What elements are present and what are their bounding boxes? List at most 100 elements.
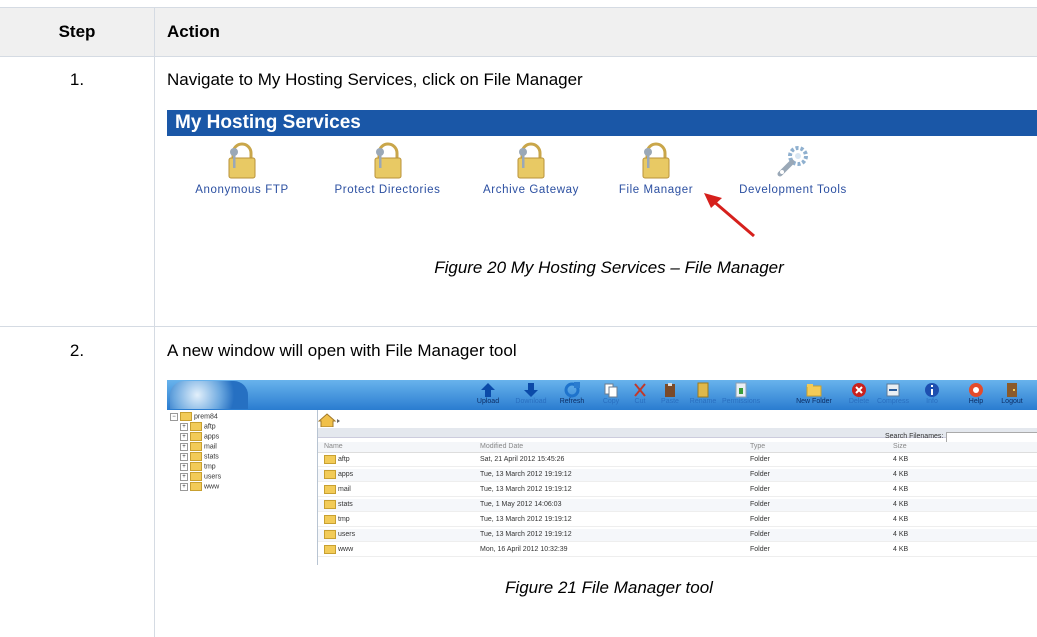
table-row[interactable]: apps Tue, 13 March 2012 19:19:12 Folder 4 K… [318,469,1037,482]
upload-icon [480,382,496,398]
refresh-icon [564,382,580,398]
step-number: 2. [69,341,85,360]
step-column-header: Step [58,22,96,41]
new-folder-button[interactable]: New Folder [795,382,833,405]
logout-button[interactable]: Logout [993,382,1031,405]
row-divider [0,326,1037,327]
toolbar-label: Download [515,398,547,405]
expand-icon: + [180,472,188,481]
info-icon [924,382,940,398]
paste-icon [662,382,678,398]
folder-icon [324,515,336,524]
table-row[interactable]: users Tue, 13 March 2012 19:19:12 Folder 4 … [318,529,1037,542]
wrench-gear-icon [774,142,812,180]
tree-root[interactable]: − prem84 [170,412,218,421]
toolbar-label: Refresh [559,398,585,405]
expand-icon: + [180,462,188,471]
name-column-header[interactable]: Name [324,443,343,450]
folder-icon [324,485,336,494]
tree-node[interactable]: + mail [180,442,217,451]
folder-icon [190,452,202,461]
logout-icon [1004,382,1020,398]
hosting-services-banner: My Hosting Services [167,110,1037,136]
folder-icon [324,500,336,509]
anonymous-ftp-tool[interactable]: Anonymous FTP [186,142,298,196]
tree-node[interactable]: + tmp [180,462,216,471]
archive-gateway-tool[interactable]: Archive Gateway [469,142,593,196]
toolbar-label: Help [968,398,984,405]
tool-label: Archive Gateway [483,184,579,196]
expand-icon: + [180,442,188,451]
tree-node[interactable]: + stats [180,452,219,461]
folder-icon [324,530,336,539]
toolbar-label: Delete [848,398,870,405]
file-list-panel: Search Filenames: Name Modified Date Typ… [317,410,1037,565]
type-column-header[interactable]: Type [750,443,765,450]
tool-label: File Manager [618,184,694,196]
folder-icon [180,412,192,421]
rename-icon [695,382,711,398]
protect-directories-tool[interactable]: Protect Directories [319,142,456,196]
globe-logo-icon [170,381,248,409]
file-manager-tool[interactable]: File Manager [606,142,706,196]
cut-icon [632,382,648,398]
tool-label: Protect Directories [334,184,441,196]
toolbar-label: New Folder [796,398,832,405]
expand-icon: + [180,482,188,491]
folder-icon [190,472,202,481]
permissions-button[interactable]: Permissions [722,382,760,405]
folder-icon [324,455,336,464]
home-breadcrumb[interactable] [317,413,1037,428]
table-row[interactable]: stats Tue, 1 May 2012 14:06:03 Folder 4 KB [318,499,1037,512]
action-column-header: Action [167,22,220,41]
upload-button[interactable]: Upload [469,382,507,405]
toolbar-label: Permissions [722,398,761,405]
download-button[interactable]: Download [512,382,550,405]
tree-node[interactable]: + users [180,472,221,481]
folder-tree: − prem84 + aftp + apps + mail + stats + tmp + u… [167,410,318,565]
toolbar-label: Upload [476,398,500,405]
figure-caption: Figure 20 My Hosting Services – File Man… [434,258,784,277]
rename-button[interactable]: Rename [684,382,722,405]
lock-key-icon [512,142,550,180]
download-icon [523,382,539,398]
tree-node[interactable]: + www [180,482,219,491]
expand-icon: + [180,432,188,441]
step-number: 1. [69,70,85,89]
table-row[interactable]: mail Tue, 13 March 2012 19:19:12 Folder 4 K… [318,484,1037,497]
new-folder-icon [806,382,822,398]
help-button[interactable]: Help [957,382,995,405]
folder-icon [190,432,202,441]
help-icon [968,382,984,398]
home-icon [317,413,340,428]
hosting-services-title: My Hosting Services [175,112,361,133]
lock-key-icon [637,142,675,180]
delete-button[interactable]: Delete [840,382,878,405]
refresh-button[interactable]: Refresh [553,382,591,405]
step-action-text: Navigate to My Hosting Services, click o… [167,70,583,89]
compress-button[interactable]: Compress [874,382,912,405]
folder-icon [190,442,202,451]
development-tools-tool[interactable]: Development Tools [722,142,864,196]
compress-icon [885,382,901,398]
folder-icon [324,545,336,554]
delete-icon [851,382,867,398]
toolbar-label: Info [926,398,938,405]
size-column-header[interactable]: Size [893,443,907,450]
tree-node[interactable]: + aftp [180,422,216,431]
toolbar-label: Rename [689,398,717,405]
modified-date-column-header[interactable]: Modified Date [480,443,523,450]
toolbar-label: Compress [877,398,909,405]
file-manager-toolbar: Upload Download Refresh Copy Cut Paste R… [167,380,1037,410]
collapse-icon: − [170,412,178,421]
copy-icon [603,382,619,398]
info-button[interactable]: Info [913,382,951,405]
tree-node[interactable]: + apps [180,432,219,441]
red-arrow-icon [704,193,755,238]
figure-caption: Figure 21 File Manager tool [505,578,713,597]
table-row[interactable]: www Mon, 16 April 2012 10:32:39 Folder 4 KB [318,544,1037,557]
table-row[interactable]: aftp Sat, 21 April 2012 15:45:26 Folder 4 K… [318,454,1037,467]
permissions-icon [733,382,749,398]
column-divider [154,8,155,637]
table-row[interactable]: tmp Tue, 13 March 2012 19:19:12 Folder 4 KB [318,514,1037,527]
